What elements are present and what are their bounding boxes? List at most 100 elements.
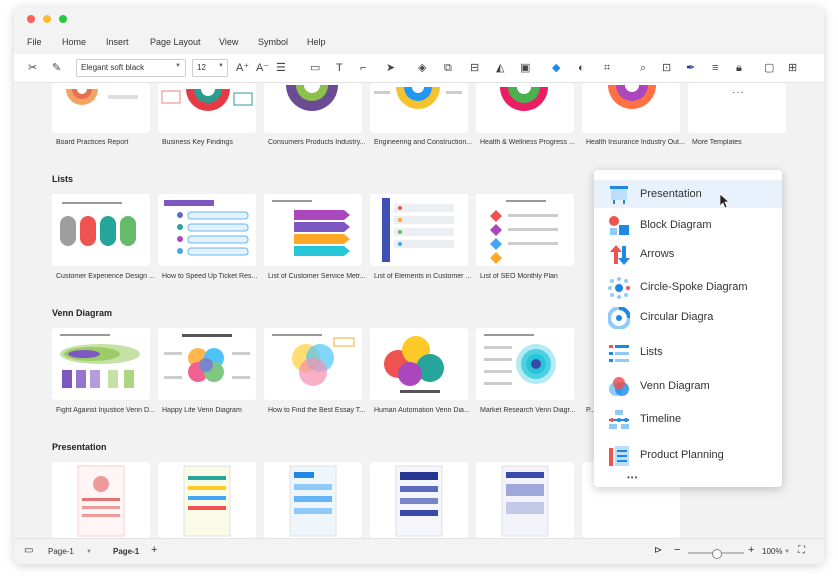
dropdown-item-lists[interactable]: Lists: [594, 338, 782, 366]
template-card[interactable]: [370, 462, 468, 538]
circular-diagram-icon: [608, 307, 630, 329]
align-icon[interactable]: ☰: [276, 61, 286, 75]
template-label: Health Insurance Industry Out...: [586, 139, 685, 146]
line-color-icon[interactable]: ✒: [686, 61, 695, 75]
add-page-button[interactable]: +: [151, 544, 157, 556]
template-label: Board Practices Report: [56, 139, 129, 146]
increase-font-icon[interactable]: A⁺: [236, 61, 249, 75]
maximize-window-button[interactable]: [59, 15, 67, 23]
template-card[interactable]: [264, 328, 362, 400]
zoom-in-button[interactable]: +: [748, 544, 754, 556]
template-card[interactable]: [52, 462, 150, 538]
find-replace-icon[interactable]: ⊡: [662, 61, 671, 75]
template-card[interactable]: [52, 83, 150, 133]
template-card[interactable]: [52, 328, 150, 400]
template-thumbnail: [272, 200, 350, 256]
zoom-slider-thumb[interactable]: [712, 549, 722, 559]
menu-insert[interactable]: Insert: [106, 37, 129, 47]
scissors-icon[interactable]: ✂: [28, 61, 37, 75]
menu-symbol[interactable]: Symbol: [258, 37, 288, 47]
zoom-out-button[interactable]: −: [674, 544, 680, 556]
lock-icon[interactable]: 🔒︎: [736, 61, 742, 75]
template-card[interactable]: [52, 194, 150, 266]
decrease-font-icon[interactable]: A⁻: [256, 61, 269, 75]
more-categories-button[interactable]: •••: [627, 473, 638, 482]
template-card[interactable]: [370, 83, 468, 133]
template-card[interactable]: [476, 462, 574, 538]
font-size-value: 12: [197, 63, 206, 72]
dropdown-item-venn-diagram[interactable]: Venn Diagram: [594, 372, 782, 400]
dropdown-item-arrows[interactable]: Arrows: [594, 240, 782, 268]
layers-icon[interactable]: ◈: [418, 61, 426, 75]
dropdown-item-presentation[interactable]: Presentation: [594, 180, 782, 208]
crop-icon[interactable]: ⌗: [604, 61, 610, 75]
page-tab[interactable]: Page-1: [113, 547, 139, 556]
zoom-slider-track[interactable]: [688, 549, 744, 559]
font-size-select[interactable]: 12 ▼: [192, 59, 228, 77]
more-templates-card[interactable]: ···: [688, 83, 786, 133]
template-card[interactable]: [264, 83, 362, 133]
template-card[interactable]: [476, 194, 574, 266]
fit-icon[interactable]: ▣: [520, 61, 530, 75]
timeline-icon: [609, 410, 629, 429]
group-icon[interactable]: ⧉: [444, 61, 452, 75]
present-icon[interactable]: ▢: [764, 61, 774, 75]
menu-help[interactable]: Help: [307, 37, 326, 47]
text-icon[interactable]: T: [336, 61, 343, 75]
play-icon[interactable]: ⊳: [654, 545, 662, 556]
template-card[interactable]: [582, 83, 680, 133]
template-card[interactable]: [370, 328, 468, 400]
template-card[interactable]: [158, 462, 256, 538]
dropdown-item-circle-spoke[interactable]: Circle-Spoke Diagram: [594, 273, 782, 301]
template-thumbnail: [60, 334, 140, 388]
rectangle-icon[interactable]: ▭: [310, 61, 320, 75]
template-card[interactable]: [158, 194, 256, 266]
font-family-select[interactable]: Elegant soft black ▼: [76, 59, 186, 77]
pointer-icon[interactable]: ➤: [386, 61, 395, 75]
template-card[interactable]: [158, 328, 256, 400]
template-label: Happy Life Venn Diagram: [162, 407, 242, 414]
menu-home[interactable]: Home: [62, 37, 86, 47]
chevron-down-icon[interactable]: ▼: [784, 549, 790, 555]
template-card[interactable]: [476, 328, 574, 400]
line-style-icon[interactable]: ≡: [712, 61, 718, 75]
dropdown-item-block-diagram[interactable]: Block Diagram: [594, 211, 782, 239]
page-panel-icon[interactable]: ▭: [24, 545, 33, 556]
connector-icon[interactable]: ⌐: [360, 61, 366, 75]
template-card[interactable]: [158, 83, 256, 133]
template-card[interactable]: [370, 194, 468, 266]
template-card[interactable]: [264, 462, 362, 538]
template-thumbnail: [272, 334, 355, 386]
minimize-window-button[interactable]: [43, 15, 51, 23]
template-card[interactable]: [264, 194, 362, 266]
title-bar: [14, 6, 824, 32]
dropdown-item-label: Timeline: [640, 413, 682, 425]
dropdown-item-timeline[interactable]: Timeline: [594, 405, 782, 433]
more-icon[interactable]: ⊞: [788, 61, 797, 75]
flip-icon[interactable]: ◭: [496, 61, 504, 75]
format-painter-icon[interactable]: ✎: [52, 61, 61, 75]
dropdown-item-label: Circle-Spoke Diagram: [640, 281, 748, 293]
dropdown-item-circular-diagram[interactable]: Circular Diagra: [594, 303, 782, 331]
menu-view[interactable]: View: [219, 37, 238, 47]
distribute-icon[interactable]: ⊟: [470, 61, 479, 75]
template-thumbnail: [286, 83, 338, 111]
fullscreen-icon[interactable]: ⛶: [798, 545, 805, 556]
template-thumbnail: [484, 334, 556, 385]
template-thumbnail: [164, 200, 249, 256]
search-icon[interactable]: ⌕: [640, 61, 646, 75]
fill-icon[interactable]: ◆: [552, 61, 560, 75]
menu-file[interactable]: File: [27, 37, 42, 47]
page-selector[interactable]: Page-1: [48, 547, 74, 556]
dropdown-item-product-planning[interactable]: Product Planning: [594, 441, 782, 469]
template-thumbnail: [382, 198, 454, 262]
template-label: More Templates: [692, 139, 742, 146]
menu-page-layout[interactable]: Page Layout: [150, 37, 201, 47]
template-thumbnail: [395, 465, 443, 537]
zoom-level[interactable]: 100%: [762, 547, 782, 556]
chevron-down-icon[interactable]: ▼: [86, 549, 92, 555]
template-card[interactable]: [476, 83, 574, 133]
circle-spoke-icon: [608, 277, 630, 299]
shape-icon[interactable]: ◐: [578, 61, 585, 75]
close-window-button[interactable]: [27, 15, 35, 23]
